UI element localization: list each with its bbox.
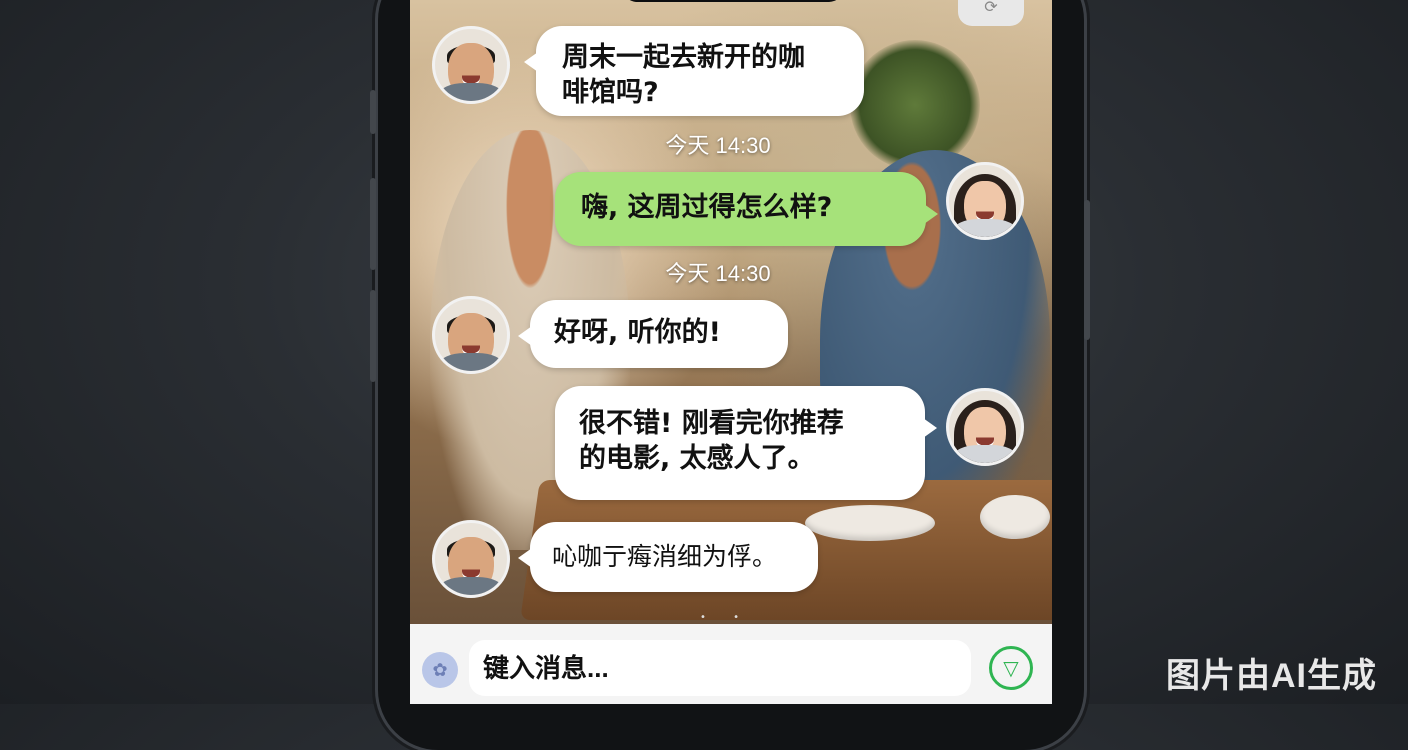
background-plate	[805, 505, 935, 541]
avatar-contact[interactable]	[432, 296, 510, 374]
partial-bubble-top: ⟳	[958, 0, 1024, 26]
message-timestamp: 今天 14:30	[665, 261, 771, 286]
sticker-icon[interactable]: ✿	[422, 652, 458, 688]
avatar-contact[interactable]	[432, 520, 510, 598]
message-text: 吣咖亍痗消细为俘。	[552, 542, 778, 571]
message-bubble-outgoing[interactable]: 嗨, 这周过得怎么样?	[555, 172, 938, 246]
message-bubble-incoming[interactable]: 好呀, 听你的!	[518, 300, 788, 368]
filter-send-icon[interactable]: ▽	[989, 646, 1033, 690]
mute-switch	[370, 290, 376, 382]
message-bubble-incoming[interactable]: 周末一起去新开的咖 啡馆吗?	[524, 26, 864, 116]
background-plant	[850, 40, 980, 170]
volume-up-button	[370, 90, 376, 134]
avatar-self[interactable]	[946, 162, 1024, 240]
ai-generated-watermark: 图片由AI生成	[1166, 657, 1377, 695]
avatar-contact[interactable]	[432, 26, 510, 104]
avatar-self[interactable]	[946, 388, 1024, 466]
message-text: 周末一起去新开的咖	[562, 42, 805, 73]
volume-down-button	[370, 178, 376, 270]
refresh-icon: ⟳	[984, 0, 998, 16]
power-button	[1084, 200, 1090, 340]
dynamic-island	[623, 0, 843, 2]
message-bubble-outgoing[interactable]: 很不错! 刚看完你推荐 的电影, 太感人了。	[555, 386, 937, 500]
background-bowl	[980, 495, 1050, 539]
message-text: 啡馆吗?	[562, 77, 659, 108]
message-text: 好呀, 听你的!	[554, 317, 721, 348]
page-indicator: • •	[700, 612, 751, 623]
message-text: 嗨, 这周过得怎么样?	[581, 192, 833, 223]
message-bubble-incoming[interactable]: 吣咖亍痗消细为俘。	[518, 522, 818, 592]
message-timestamp: 今天 14:30	[665, 133, 771, 158]
message-input[interactable]: 键入消息...	[469, 640, 971, 696]
message-text: 的电影, 太感人了。	[579, 443, 815, 474]
message-text: 很不错! 刚看完你推荐	[579, 408, 844, 439]
